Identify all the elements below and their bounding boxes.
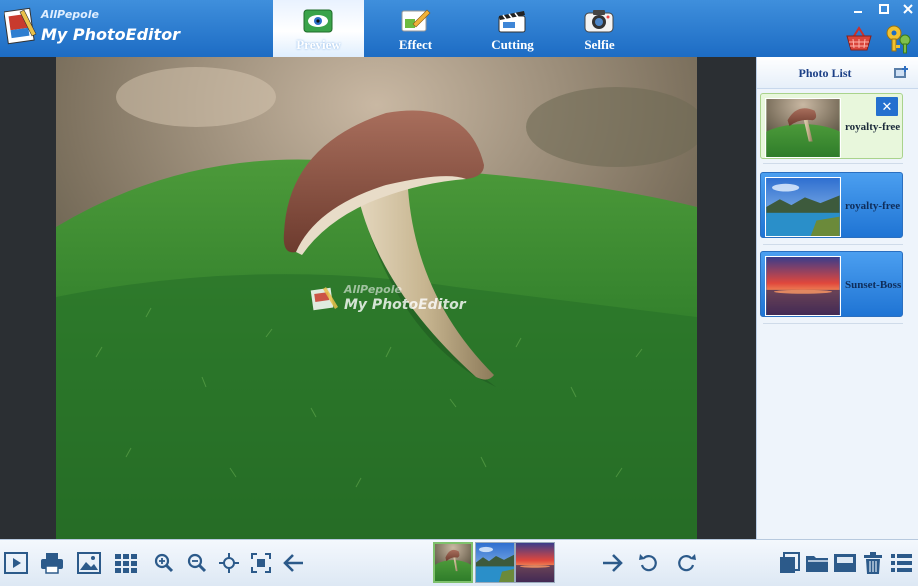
preview-canvas: AllPepole My PhotoEditor — [0, 57, 756, 539]
photo-list-title: Photo List — [798, 66, 852, 80]
grid-icon — [115, 554, 137, 573]
thumbnail — [516, 543, 554, 582]
fit-window-button[interactable] — [216, 550, 242, 576]
thumbnail — [476, 543, 514, 582]
photo-list-panel: Photo List royalty-free ✕ royalty-free S… — [756, 57, 918, 539]
title-bar: AllPepole My PhotoEditor Preview Effect … — [0, 0, 918, 57]
fit-icon — [219, 553, 239, 573]
tab-selfie[interactable]: Selfie — [554, 0, 645, 57]
photo-list-item[interactable]: royalty-free ✕ — [760, 93, 903, 159]
watermark-logo-icon — [310, 287, 338, 311]
arrow-left-icon — [283, 554, 303, 572]
slideshow-button[interactable] — [3, 550, 29, 576]
tab-label: Preview — [296, 37, 341, 52]
brand-company: AllPepole — [41, 8, 99, 21]
tab-label: Selfie — [584, 37, 615, 52]
photo-list-header: Photo List — [757, 57, 918, 89]
play-icon — [4, 552, 28, 574]
main-photo: AllPepole My PhotoEditor — [56, 57, 697, 539]
tab-cutting[interactable]: Cutting — [467, 0, 558, 57]
rotate-right-button[interactable] — [673, 550, 699, 576]
eye-icon — [303, 9, 333, 33]
app-logo-icon — [4, 7, 37, 45]
divider — [763, 244, 903, 245]
zoom-in-button[interactable] — [151, 550, 177, 576]
photo-list-item[interactable]: royalty-free — [760, 172, 903, 238]
copy-icon — [780, 552, 800, 573]
zoom-in-icon — [154, 553, 174, 573]
keys-icon[interactable] — [884, 24, 912, 54]
tab-effect[interactable]: Effect — [370, 0, 461, 57]
thumbnail — [765, 177, 841, 237]
maximize-icon[interactable] — [877, 2, 891, 16]
actual-size-button[interactable] — [248, 550, 274, 576]
tab-label: Effect — [398, 37, 433, 52]
photo-list-item-label: royalty-free — [845, 200, 901, 212]
watermark-company: AllPepole — [344, 283, 402, 296]
rotate-left-button[interactable] — [636, 550, 662, 576]
open-folder-button[interactable] — [804, 550, 830, 576]
photo-list-item[interactable]: Sunset-Boss — [760, 251, 903, 317]
clapper-icon — [498, 11, 526, 33]
close-icon[interactable] — [901, 2, 915, 16]
zoom-out-button[interactable] — [184, 550, 210, 576]
zoom-out-icon — [187, 553, 207, 573]
basket-icon[interactable] — [845, 26, 873, 52]
photo-list-item-label: Sunset-Boss — [845, 279, 902, 291]
bottom-toolbar — [0, 539, 918, 586]
delete-button[interactable] — [860, 550, 886, 576]
thumbnails-button[interactable] — [113, 550, 139, 576]
wallpaper-button[interactable] — [76, 550, 102, 576]
arrow-right-icon — [603, 554, 623, 572]
add-photo-icon[interactable] — [893, 65, 909, 79]
thumbnail — [765, 98, 841, 158]
divider — [763, 163, 903, 164]
save-icon — [834, 554, 856, 572]
divider — [763, 323, 903, 324]
remove-photo-button[interactable]: ✕ — [876, 97, 898, 116]
copy-button[interactable] — [777, 550, 803, 576]
list-icon — [891, 554, 912, 572]
brush-icon — [401, 9, 431, 32]
folder-icon — [806, 556, 828, 572]
tab-preview[interactable]: Preview — [273, 0, 364, 57]
trash-icon — [864, 552, 882, 574]
thumbnail — [765, 256, 841, 316]
watermark-title: My PhotoEditor — [344, 297, 466, 313]
print-button[interactable] — [39, 550, 65, 576]
next-button[interactable] — [599, 550, 625, 576]
save-button[interactable] — [832, 550, 858, 576]
filmstrip-thumb[interactable] — [433, 542, 473, 583]
actual-size-icon — [251, 553, 271, 573]
tab-label: Cutting — [491, 37, 534, 52]
rotate-right-icon — [678, 554, 696, 572]
camera-icon — [584, 10, 614, 33]
filmstrip-thumb[interactable] — [515, 542, 555, 583]
app-title: My PhotoEditor — [41, 25, 181, 44]
list-view-button[interactable] — [888, 550, 914, 576]
close-icon: ✕ — [881, 99, 893, 114]
print-icon — [41, 553, 63, 574]
minimize-icon[interactable] — [851, 2, 865, 16]
filmstrip-thumb[interactable] — [475, 542, 515, 583]
previous-button[interactable] — [281, 550, 307, 576]
picture-icon — [77, 552, 101, 574]
thumbnail — [435, 544, 471, 581]
photo-list-item-label: royalty-free — [845, 121, 901, 133]
rotate-left-icon — [639, 554, 657, 572]
